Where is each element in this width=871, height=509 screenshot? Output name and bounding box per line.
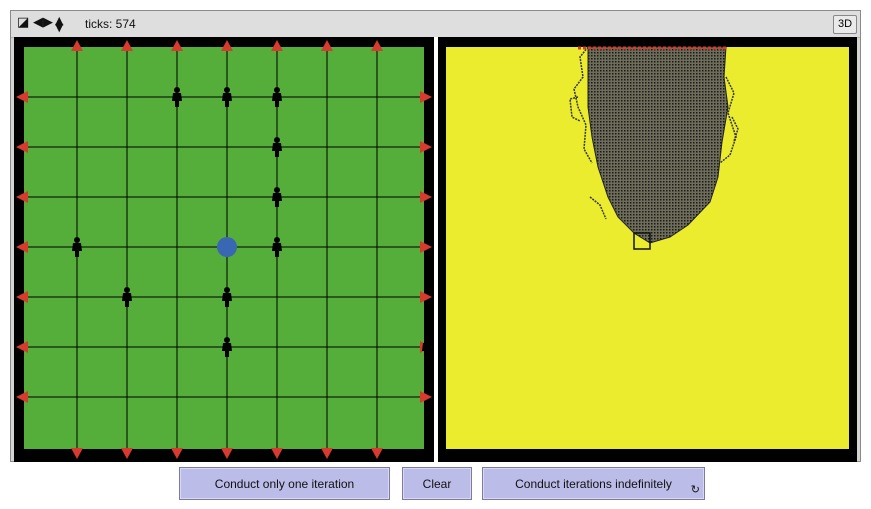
left-world-canvas: [16, 40, 432, 459]
arrow-icon: [71, 40, 83, 51]
3d-view-button[interactable]: 3D: [833, 15, 857, 34]
arrow-icon: [321, 448, 333, 459]
arrow-icon: [420, 141, 432, 153]
arrow-icon: [71, 448, 83, 459]
arrow-icon: [271, 40, 283, 51]
arrow-icon: [171, 448, 183, 459]
center-node: [217, 237, 237, 257]
arrow-icon: [16, 341, 28, 353]
arrow-icon: [221, 40, 233, 51]
conduct-iterations-indefinitely-button[interactable]: Conduct iterations indefinitely ↻: [482, 467, 705, 500]
ticks-counter: ticks: 574: [85, 17, 136, 31]
arrow-icon: [16, 291, 28, 303]
arrow-icon: [221, 448, 233, 459]
arrow-icon: [271, 448, 283, 459]
arrow-icon: [171, 40, 183, 51]
zoom-icon[interactable]: ◪: [17, 16, 29, 30]
clear-button[interactable]: Clear: [402, 467, 472, 500]
vertical-arrows-icon[interactable]: ▲ ▼: [55, 15, 63, 33]
left-world-view[interactable]: [14, 37, 434, 462]
arrow-icon: [420, 91, 432, 103]
arrow-icon: [16, 191, 28, 203]
right-world-canvas: [446, 46, 849, 449]
conduct-one-iteration-button[interactable]: Conduct only one iteration: [179, 467, 390, 500]
arrow-icon: [16, 91, 28, 103]
arrow-icon: [420, 241, 432, 253]
indefinitely-label: Conduct iterations indefinitely: [515, 476, 672, 491]
netlogo-window: ◪ ◀▶ ▲ ▼ ticks: 574 3D: [10, 10, 861, 462]
arrow-icon: [420, 391, 432, 403]
arrow-icon: [121, 40, 133, 51]
arrow-icon: [371, 40, 383, 51]
horizontal-arrows-icon[interactable]: ◀▶: [33, 16, 53, 30]
arrow-icon: [420, 191, 432, 203]
view-toolbar: ◪ ◀▶ ▲ ▼ ticks: 574 3D: [11, 11, 860, 38]
arrow-icon: [121, 448, 133, 459]
forever-icon: ↻: [690, 483, 700, 496]
arrow-icon: [16, 241, 28, 253]
arrow-icon: [420, 291, 432, 303]
right-world-view[interactable]: [438, 37, 857, 462]
arrow-icon: [16, 141, 28, 153]
arrow-icon: [321, 40, 333, 51]
arrow-icon: [371, 448, 383, 459]
arrow-icon: [16, 391, 28, 403]
